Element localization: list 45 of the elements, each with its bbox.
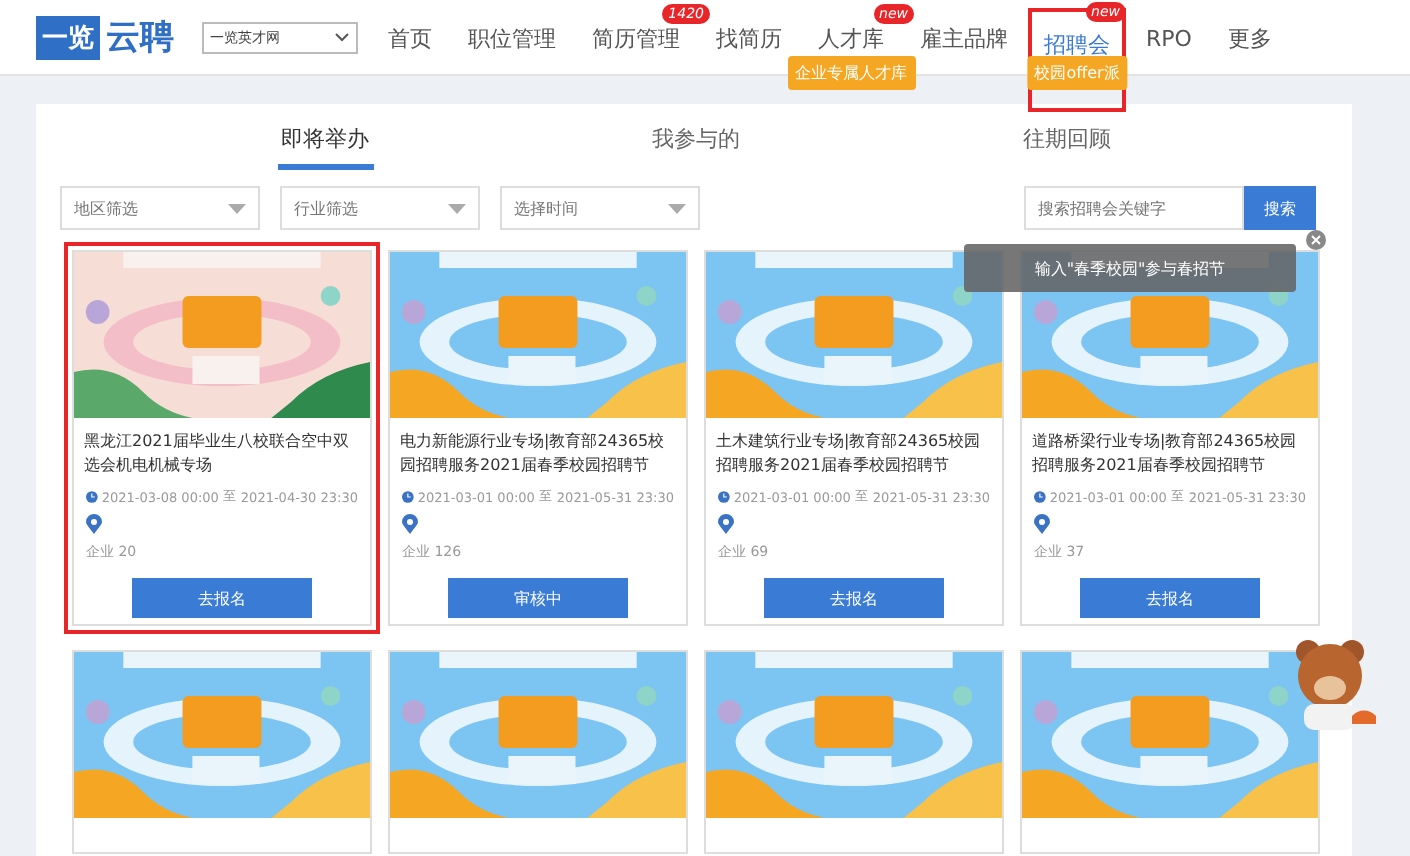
- search-button[interactable]: 搜索: [1244, 186, 1316, 230]
- caret-icon: [228, 203, 246, 213]
- clock-icon: [402, 488, 414, 506]
- filter-dropdown[interactable]: 行业筛选: [280, 186, 480, 230]
- signup-button[interactable]: 审核中: [448, 578, 628, 618]
- caret-icon: [448, 203, 466, 213]
- fair-title[interactable]: 土木建筑行业专场|教育部24365校园招聘服务2021届春季校园招聘节: [716, 430, 992, 478]
- fair-title[interactable]: 电力新能源行业专场|教育部24365校园招聘服务2021届春季校园招聘节: [400, 430, 676, 478]
- logo-text[interactable]: 云聘: [106, 14, 174, 60]
- tab[interactable]: 即将举办: [277, 116, 374, 170]
- fair-title[interactable]: 道路桥梁行业专场|教育部24365校园招聘服务2021届春季校园招聘节: [1032, 430, 1308, 478]
- fair-card[interactable]: [704, 650, 1004, 854]
- nav-link[interactable]: 找简历: [716, 23, 782, 53]
- location-pin-icon: [402, 514, 418, 534]
- fair-card[interactable]: [72, 650, 372, 854]
- nav-link[interactable]: 雇主品牌: [920, 23, 1008, 53]
- clock-icon: [718, 488, 730, 506]
- tab[interactable]: 我参与的: [647, 116, 744, 170]
- search-field[interactable]: 搜索招聘会关键字: [1024, 186, 1244, 230]
- close-icon[interactable]: [1306, 230, 1326, 250]
- location-pin-icon: [718, 514, 734, 534]
- tooltip-text: 输入"春季校园"参与春招节: [1034, 257, 1226, 279]
- filter-dropdown[interactable]: 地区筛选: [60, 186, 260, 230]
- fair-title[interactable]: 黑龙江2021届毕业生八校联合空中双选会机电机械专场: [84, 430, 360, 478]
- tab[interactable]: 往期回顾: [1018, 116, 1115, 170]
- location-pin-icon: [86, 514, 102, 534]
- caret-icon: [668, 203, 686, 213]
- fair-card[interactable]: [388, 650, 688, 854]
- filter-dropdown[interactable]: 选择时间: [500, 186, 700, 230]
- chevron-icon: [334, 32, 350, 42]
- nav-link[interactable]: 人才库: [818, 23, 884, 53]
- clock-icon: [86, 488, 98, 506]
- nav-link[interactable]: 招聘会: [1044, 29, 1110, 59]
- logo-mark[interactable]: 一览: [36, 15, 100, 59]
- signup-button[interactable]: 去报名: [764, 578, 944, 618]
- location-pin-icon: [1034, 514, 1050, 534]
- signup-button[interactable]: 去报名: [1080, 578, 1260, 618]
- mascot-drawing[interactable]: [1292, 636, 1376, 732]
- nav-link[interactable]: 简历管理: [592, 23, 680, 53]
- nav-link[interactable]: RPO: [1146, 25, 1192, 51]
- clock-icon: [1034, 488, 1046, 506]
- signup-button[interactable]: 去报名: [132, 578, 312, 618]
- nav-link[interactable]: 首页: [388, 23, 432, 53]
- nav-link[interactable]: 职位管理: [468, 23, 556, 53]
- nav-link[interactable]: 更多: [1227, 23, 1272, 53]
